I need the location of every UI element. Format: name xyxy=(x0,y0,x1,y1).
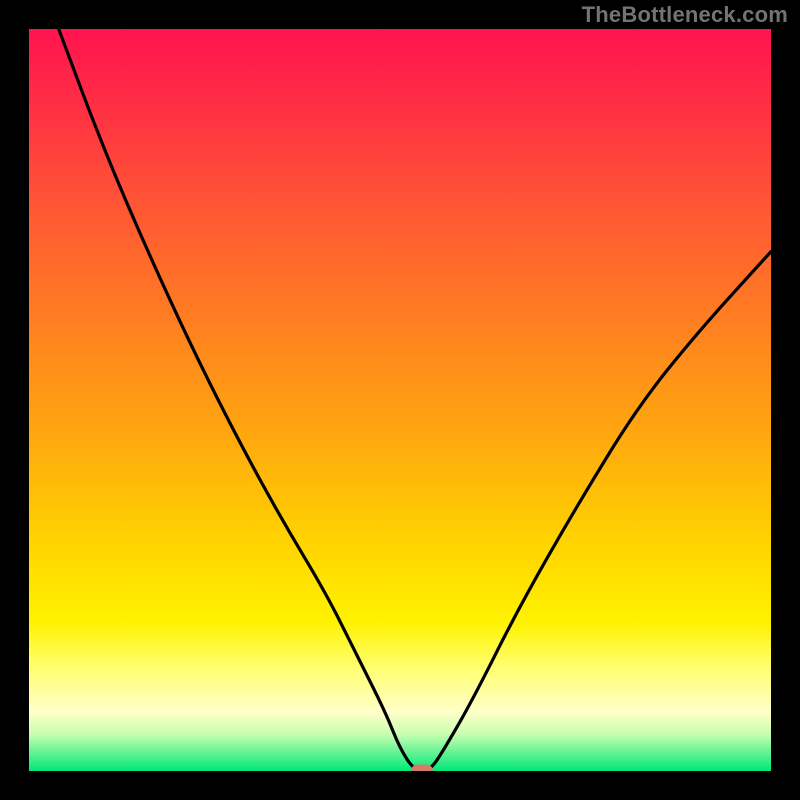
plot-area xyxy=(29,29,771,771)
chart-frame: TheBottleneck.com xyxy=(0,0,800,800)
curve-layer xyxy=(29,29,771,771)
optimal-marker xyxy=(411,765,433,772)
bottleneck-curve xyxy=(59,29,771,771)
watermark-text: TheBottleneck.com xyxy=(582,2,788,28)
